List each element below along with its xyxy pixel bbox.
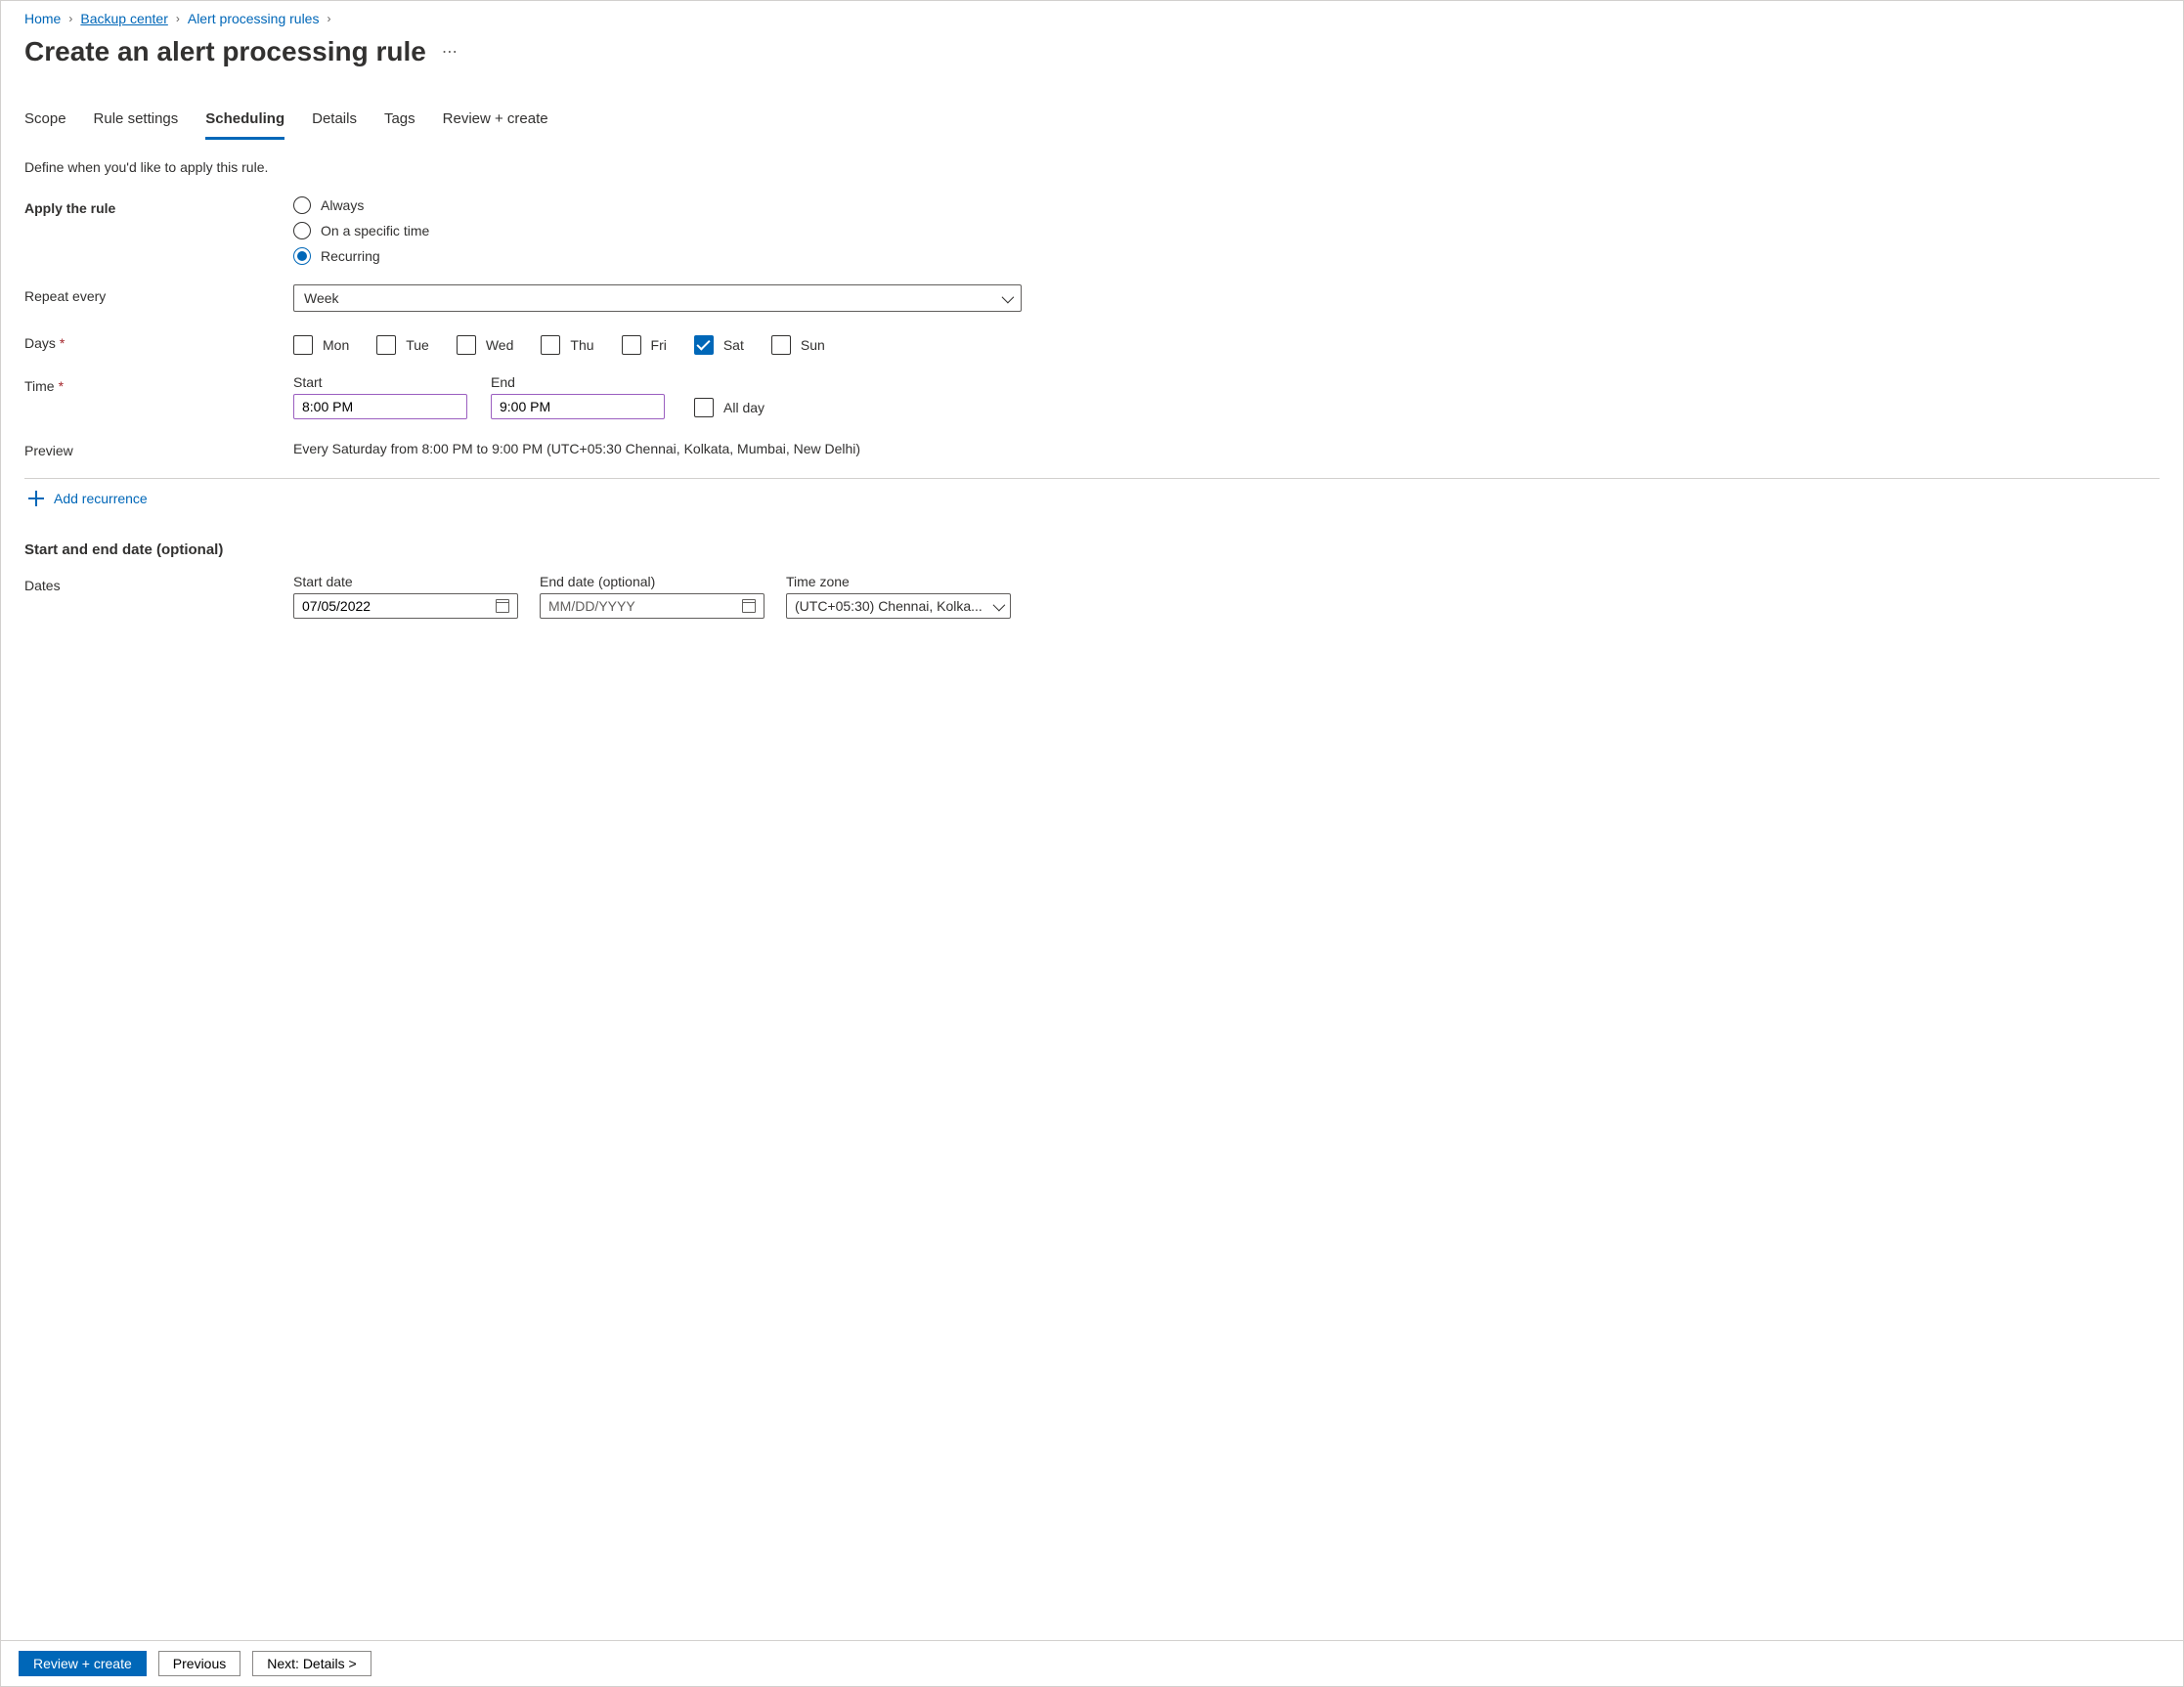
chevron-right-icon: › xyxy=(68,12,72,25)
chevron-right-icon: › xyxy=(176,12,180,25)
day-sun[interactable]: Sun xyxy=(771,335,825,355)
intro-text: Define when you'd like to apply this rul… xyxy=(24,159,2160,175)
day-label: Wed xyxy=(486,337,514,353)
day-sat[interactable]: Sat xyxy=(694,335,744,355)
time-start-label: Start xyxy=(293,374,467,390)
breadcrumb-home[interactable]: Home xyxy=(24,11,61,26)
timezone-value: (UTC+05:30) Chennai, Kolka... xyxy=(795,598,983,614)
apply-rule-label: Apply the rule xyxy=(24,196,293,216)
tab-scope[interactable]: Scope xyxy=(24,107,66,140)
all-day-checkbox[interactable]: All day xyxy=(694,398,764,417)
radio-always[interactable]: Always xyxy=(293,196,1022,214)
day-mon[interactable]: Mon xyxy=(293,335,349,355)
preview-text: Every Saturday from 8:00 PM to 9:00 PM (… xyxy=(293,439,1022,456)
time-label: Time* xyxy=(24,374,293,394)
timezone-label: Time zone xyxy=(786,574,1011,589)
day-label: Sun xyxy=(801,337,825,353)
review-create-button[interactable]: Review + create xyxy=(19,1651,147,1676)
day-wed[interactable]: Wed xyxy=(457,335,514,355)
chevron-down-icon xyxy=(1002,290,1011,306)
day-label: Thu xyxy=(570,337,593,353)
radio-label: Recurring xyxy=(321,248,380,264)
tab-details[interactable]: Details xyxy=(312,107,357,140)
page-title: Create an alert processing rule xyxy=(24,36,426,67)
chevron-down-icon xyxy=(993,598,1002,614)
tabs: Scope Rule settings Scheduling Details T… xyxy=(24,107,2160,140)
time-end-label: End xyxy=(491,374,665,390)
start-date-label: Start date xyxy=(293,574,518,589)
radio-label: Always xyxy=(321,197,364,213)
breadcrumb-backup-center[interactable]: Backup center xyxy=(80,11,168,26)
previous-button[interactable]: Previous xyxy=(158,1651,240,1676)
end-date-label: End date (optional) xyxy=(540,574,764,589)
breadcrumb: Home › Backup center › Alert processing … xyxy=(24,11,2160,26)
calendar-icon xyxy=(496,599,509,613)
radio-specific-time[interactable]: On a specific time xyxy=(293,222,1022,239)
checkbox-icon xyxy=(694,335,714,355)
dates-label: Dates xyxy=(24,574,293,593)
radio-icon xyxy=(293,247,311,265)
divider xyxy=(24,478,2160,479)
tab-rule-settings[interactable]: Rule settings xyxy=(94,107,179,140)
day-thu[interactable]: Thu xyxy=(541,335,593,355)
time-end-input[interactable] xyxy=(491,394,665,419)
day-fri[interactable]: Fri xyxy=(622,335,667,355)
radio-icon xyxy=(293,196,311,214)
all-day-label: All day xyxy=(723,400,764,415)
end-date-field[interactable] xyxy=(548,598,742,614)
start-date-input[interactable] xyxy=(293,593,518,619)
add-recurrence-button[interactable]: Add recurrence xyxy=(24,485,2160,512)
day-label: Sat xyxy=(723,337,744,353)
days-label: Days* xyxy=(24,331,293,351)
tab-review-create[interactable]: Review + create xyxy=(443,107,548,140)
preview-label: Preview xyxy=(24,439,293,458)
day-tue[interactable]: Tue xyxy=(376,335,429,355)
day-label: Tue xyxy=(406,337,429,353)
time-start-input[interactable] xyxy=(293,394,467,419)
checkbox-icon xyxy=(457,335,476,355)
chevron-right-icon: › xyxy=(327,12,330,25)
day-label: Mon xyxy=(323,337,349,353)
radio-label: On a specific time xyxy=(321,223,429,238)
radio-icon xyxy=(293,222,311,239)
radio-recurring[interactable]: Recurring xyxy=(293,247,1022,265)
repeat-every-dropdown[interactable]: Week xyxy=(293,284,1022,312)
checkbox-icon xyxy=(541,335,560,355)
checkbox-icon xyxy=(376,335,396,355)
next-button[interactable]: Next: Details > xyxy=(252,1651,371,1676)
more-actions-icon[interactable]: ⋯ xyxy=(442,42,459,62)
checkbox-icon xyxy=(622,335,641,355)
checkbox-icon xyxy=(293,335,313,355)
dates-section-heading: Start and end date (optional) xyxy=(24,541,2160,558)
timezone-dropdown[interactable]: (UTC+05:30) Chennai, Kolka... xyxy=(786,593,1011,619)
repeat-every-value: Week xyxy=(304,290,339,306)
plus-icon xyxy=(28,491,44,506)
calendar-icon xyxy=(742,599,756,613)
add-recurrence-label: Add recurrence xyxy=(54,491,148,506)
tab-tags[interactable]: Tags xyxy=(384,107,415,140)
tab-scheduling[interactable]: Scheduling xyxy=(205,107,284,140)
repeat-every-label: Repeat every xyxy=(24,284,293,304)
day-label: Fri xyxy=(651,337,667,353)
end-date-input[interactable] xyxy=(540,593,764,619)
checkbox-icon xyxy=(694,398,714,417)
footer: Review + create Previous Next: Details > xyxy=(1,1640,2183,1686)
breadcrumb-alert-processing-rules[interactable]: Alert processing rules xyxy=(188,11,320,26)
checkbox-icon xyxy=(771,335,791,355)
start-date-field[interactable] xyxy=(302,598,496,614)
